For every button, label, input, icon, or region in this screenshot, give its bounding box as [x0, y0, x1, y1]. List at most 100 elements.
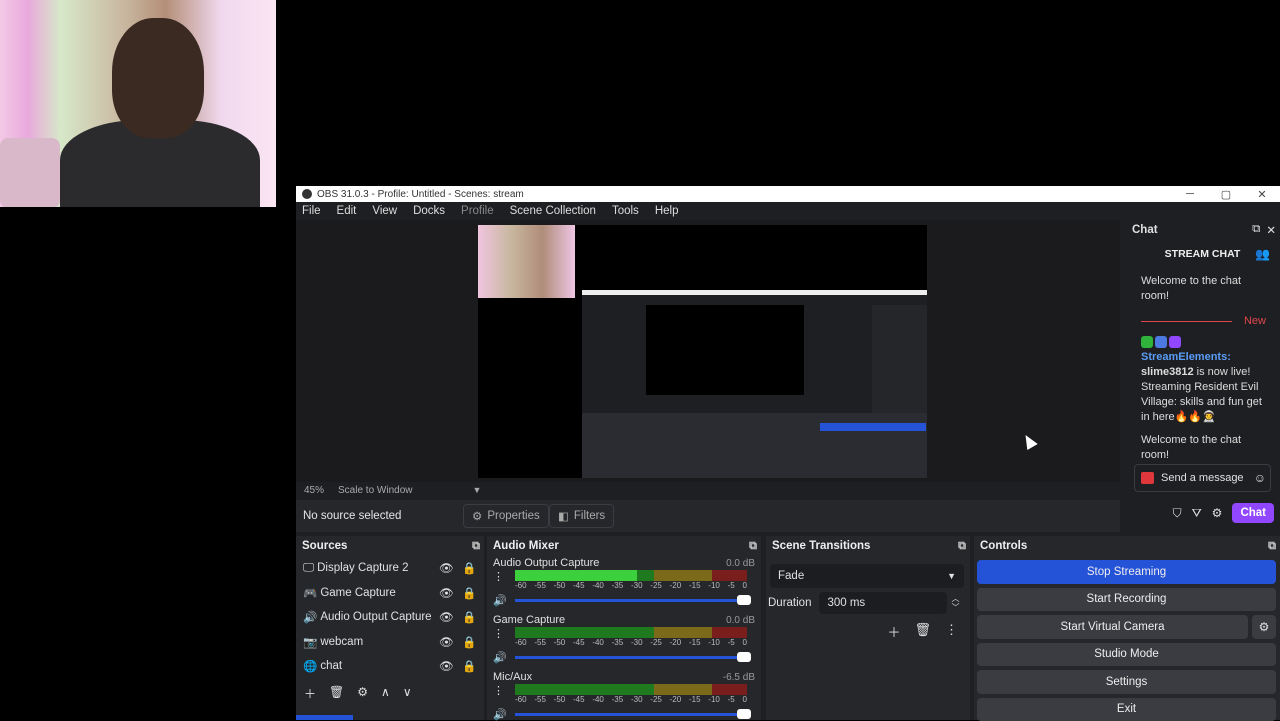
speaker-icon[interactable]: 🔊 [493, 594, 509, 607]
popout-icon[interactable]: ⧉ [958, 540, 966, 553]
start-recording-button[interactable]: Start Recording [977, 588, 1276, 612]
sources-tab-indicator[interactable] [296, 715, 353, 720]
trash-icon[interactable]: 🗑 [329, 685, 344, 702]
chat-welcome-message-2: Welcome to the chat room! [1141, 433, 1266, 463]
popout-icon[interactable]: ⧉ [749, 540, 757, 553]
popout-icon[interactable]: ⧉ [1268, 540, 1276, 553]
visibility-eye-icon[interactable]: 👁 [439, 561, 453, 575]
lock-icon[interactable]: 🔒 [462, 635, 476, 649]
volume-slider-handle[interactable] [737, 652, 751, 662]
chat-input[interactable]: Send a message ☺ [1134, 464, 1271, 492]
speaker-icon[interactable]: 🔊 [493, 651, 509, 664]
lock-icon[interactable]: 🔒 [462, 610, 476, 624]
camera-icon: 📷 [303, 635, 317, 649]
menu-tools[interactable]: Tools [612, 205, 639, 217]
menu-scene-collection[interactable]: Scene Collection [510, 205, 596, 217]
channel-db: -6.5 dB [723, 672, 755, 683]
chat-send-button[interactable]: Chat [1232, 503, 1274, 523]
channel-db: 0.0 dB [726, 558, 755, 569]
exit-button[interactable]: Exit [977, 698, 1276, 721]
move-down-icon[interactable]: ∨ [403, 685, 412, 702]
chat-badges [1141, 336, 1181, 348]
shield-icon[interactable]: ⛉ [1173, 506, 1182, 521]
channel-menu-icon[interactable]: ⋮ [493, 570, 504, 583]
gear-icon[interactable]: ⚙ [357, 685, 368, 702]
menu-docks[interactable]: Docks [413, 205, 445, 217]
menu-file[interactable]: File [302, 205, 321, 217]
webcam-overlay [0, 0, 276, 207]
chat-sender[interactable]: StreamElements: [1141, 351, 1231, 363]
gear-icon[interactable]: ⚙ [1252, 615, 1276, 639]
channel-name: Game Capture [493, 614, 565, 626]
meter-tick-label: -15 [689, 581, 701, 593]
visibility-eye-icon[interactable]: 👁 [439, 659, 453, 673]
maximize-button[interactable]: ▢ [1208, 188, 1244, 201]
visibility-eye-icon[interactable]: 👁 [439, 586, 453, 600]
stop-streaming-button[interactable]: Stop Streaming [977, 560, 1276, 584]
stream-chat-title: STREAM CHAT [1165, 248, 1241, 260]
volume-slider-row: 🔊 [493, 707, 755, 721]
menu-edit[interactable]: Edit [337, 205, 357, 217]
add-source-icon[interactable]: ＋ [304, 685, 316, 702]
close-button[interactable]: ✕ [1244, 188, 1280, 201]
lock-icon[interactable]: 🔒 [462, 561, 476, 575]
emoji-icon[interactable]: ☺ [1254, 471, 1266, 485]
move-up-icon[interactable]: ∧ [381, 685, 390, 702]
studio-mode-button[interactable]: Studio Mode [977, 643, 1276, 667]
volume-slider[interactable] [515, 599, 749, 602]
zoom-level: 45% [304, 485, 324, 496]
lock-icon[interactable]: 🔒 [462, 586, 476, 600]
scale-mode-dropdown-icon[interactable]: ▼ [473, 485, 482, 495]
source-item-audio-output-capture[interactable]: 🔊 Audio Output Capture 👁 🔒 [296, 605, 484, 630]
minimize-button[interactable]: ─ [1172, 188, 1208, 201]
source-item-chat[interactable]: 🌐 chat 👁 🔒 [296, 654, 484, 679]
settings-icon[interactable]: ⚙ [1212, 506, 1223, 520]
visibility-eye-icon[interactable]: 👁 [439, 610, 453, 624]
users-icon[interactable]: 👥 [1255, 247, 1270, 261]
source-item-game-capture[interactable]: 🎮 Game Capture 👁 🔒 [296, 581, 484, 606]
obs-logo-icon [302, 189, 312, 199]
source-label: Display Capture 2 [317, 562, 436, 574]
meter-tick-label: -10 [708, 581, 720, 593]
speaker-icon[interactable]: 🔊 [493, 708, 509, 721]
duration-input[interactable]: 300 ms [819, 592, 947, 614]
transition-select[interactable]: Fade ▼ [770, 564, 964, 588]
chat-welcome-message: Welcome to the chat room! [1141, 274, 1266, 304]
volume-meter [515, 627, 747, 638]
channel-menu-icon[interactable]: ⋮ [493, 627, 504, 640]
filters-button[interactable]: ◧ Filters [549, 504, 614, 528]
record-icon [1141, 472, 1154, 484]
menu-view[interactable]: View [372, 205, 397, 217]
channel-menu-icon[interactable]: ⋮ [493, 684, 504, 697]
start-virtual-camera-button[interactable]: Start Virtual Camera [977, 615, 1248, 639]
lock-icon[interactable]: 🔒 [462, 659, 476, 673]
scene-transitions-header: Scene Transitions ⧉ [766, 536, 970, 556]
prediction-icon[interactable]: ⛛ [1192, 506, 1202, 521]
menu-profile[interactable]: Profile [461, 205, 494, 217]
scene-transitions-dock: Scene Transitions ⧉ Fade ▼ Duration 300 … [766, 536, 970, 720]
trash-icon[interactable]: 🗑 [914, 622, 931, 641]
preview-area[interactable] [296, 220, 1120, 482]
meter-ticks: -60-55-50-45-40-35-30-25-20-15-10-50 [515, 638, 747, 650]
volume-slider[interactable] [515, 656, 749, 659]
popout-icon[interactable]: ⧉ [472, 540, 480, 553]
source-item-display-capture-2[interactable]: 🖵 Display Capture 2 👁 🔒 [296, 556, 484, 581]
scale-mode-label[interactable]: Scale to Window [338, 485, 412, 496]
settings-button[interactable]: Settings [977, 670, 1276, 694]
duration-label: Duration [768, 597, 811, 609]
volume-slider[interactable] [515, 713, 749, 716]
menu-help[interactable]: Help [655, 205, 679, 217]
volume-slider-handle[interactable] [737, 709, 751, 719]
duration-stepper[interactable]: ︿﹀ [951, 594, 959, 612]
more-options-icon[interactable]: ⋮ [945, 622, 958, 641]
meter-tick-label: -60 [515, 581, 527, 593]
volume-slider-handle[interactable] [737, 595, 751, 605]
properties-button[interactable]: ⚙ Properties [463, 504, 549, 528]
visibility-eye-icon[interactable]: 👁 [439, 635, 453, 649]
close-icon[interactable]: ✕ [1266, 223, 1276, 237]
source-item-webcam[interactable]: 📷 webcam 👁 🔒 [296, 630, 484, 655]
preview-canvas[interactable] [478, 225, 927, 478]
popout-icon[interactable]: ⧉ [1252, 223, 1260, 237]
add-transition-icon[interactable]: ＋ [887, 622, 900, 641]
chat-actions: ⛉ ⛛ ⚙ Chat [1173, 503, 1274, 523]
